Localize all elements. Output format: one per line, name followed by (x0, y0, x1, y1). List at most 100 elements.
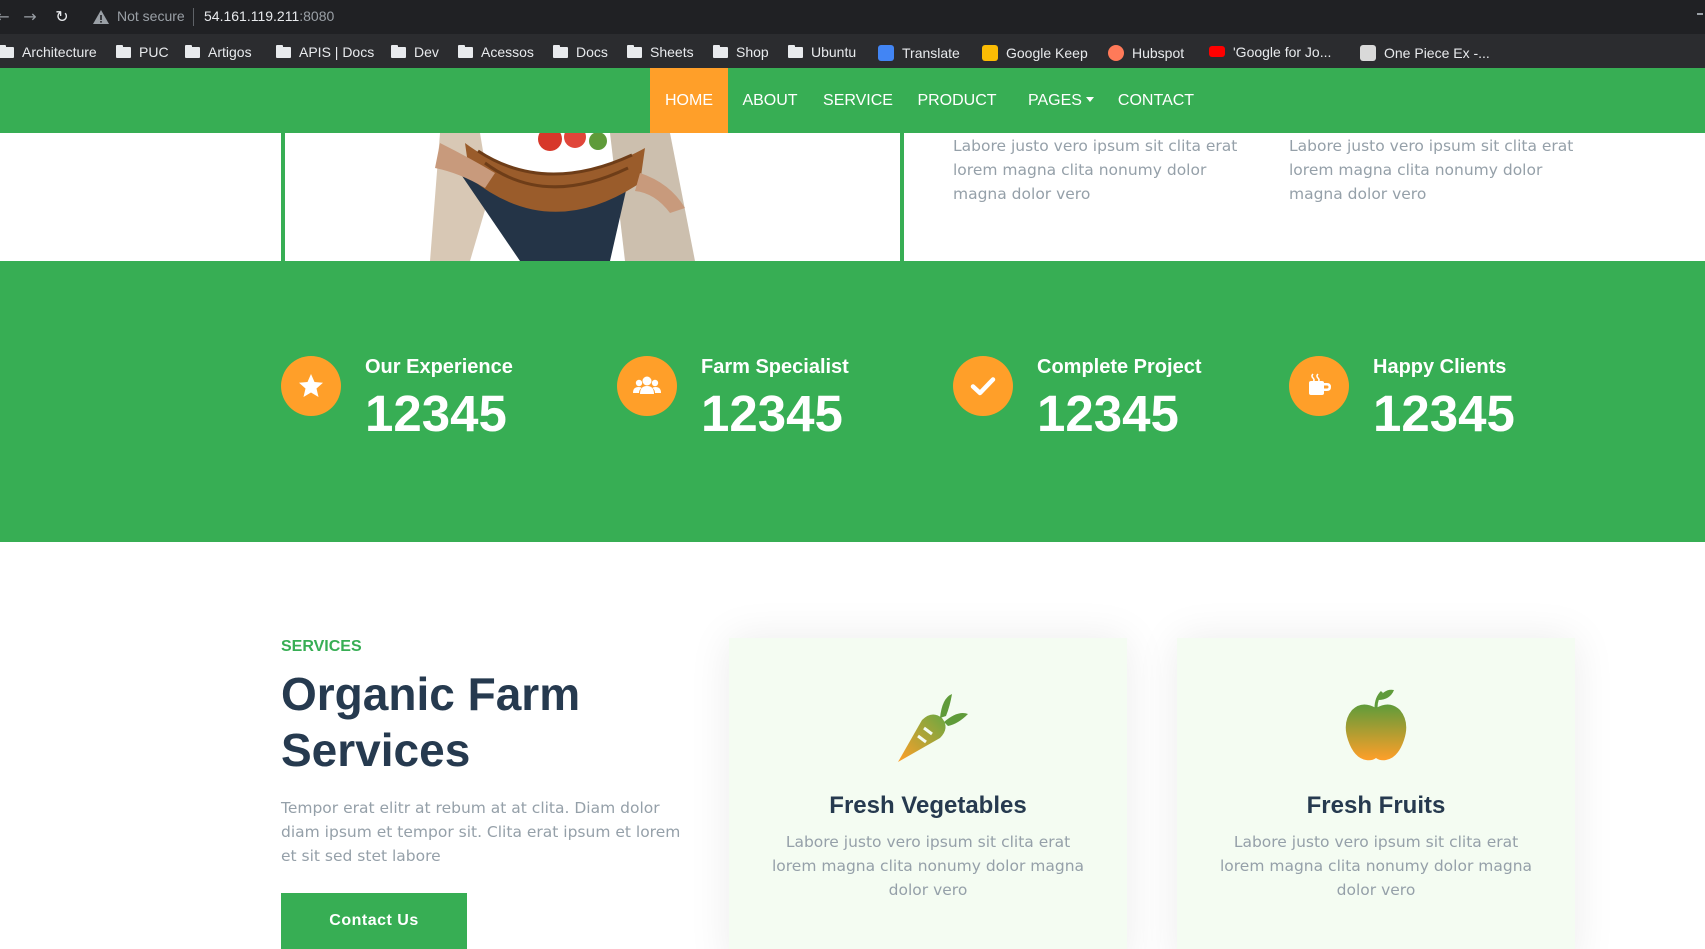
contact-us-button[interactable]: Contact Us (281, 893, 467, 949)
warning-icon[interactable] (92, 8, 110, 26)
bookmark-artigos[interactable]: Artigos (185, 42, 252, 62)
bookmark-sheets[interactable]: Sheets (627, 42, 694, 62)
fact-clients: Happy Clients 12345 (1289, 356, 1589, 456)
google-keep-icon (982, 45, 998, 61)
nav-about[interactable]: ABOUT (728, 68, 812, 133)
caret-down-icon (1085, 97, 1094, 102)
apple-icon (1345, 689, 1407, 761)
bookmark-google-for-jobs[interactable]: 'Google for Jo... (1209, 42, 1331, 62)
nav-service[interactable]: SERVICE (812, 68, 904, 133)
google-translate-icon (878, 45, 894, 61)
youtube-icon (1209, 46, 1225, 57)
hero-text-2: Labore justo vero ipsum sit clita erat l… (1289, 137, 1574, 203)
users-icon (617, 356, 677, 416)
folder-icon (458, 45, 473, 58)
bookmark-label: PUC (139, 44, 169, 60)
folder-icon (0, 45, 14, 58)
bookmark-one-piece[interactable]: One Piece Ex -... (1360, 42, 1490, 62)
bookmark-label: Architecture (22, 44, 97, 60)
fact-label: Farm Specialist (701, 356, 849, 378)
card-text: Labore justo vero ipsum sit clita erat l… (1219, 833, 1533, 899)
section-description: Tempor erat elitr at rebum at at clita. … (281, 799, 681, 865)
bookmark-puc[interactable]: PUC (116, 42, 169, 62)
card-text: Labore justo vero ipsum sit clita erat l… (771, 833, 1085, 899)
star-icon (281, 356, 341, 416)
hero-divider-bar (900, 133, 904, 261)
fact-label: Complete Project (1037, 356, 1202, 378)
check-icon (953, 356, 1013, 416)
reload-icon[interactable]: ↻ (51, 6, 73, 28)
bookmark-label: Google Keep (1006, 45, 1088, 61)
fact-count: 12345 (365, 385, 507, 442)
address-separator (193, 8, 194, 26)
services-section: Services Organic Farm Services Tempor er… (0, 542, 1705, 949)
folder-icon (627, 45, 642, 58)
url-port: :8080 (299, 8, 335, 24)
bookmark-hubspot[interactable]: Hubspot (1108, 42, 1184, 62)
hero-text-1: Labore justo vero ipsum sit clita erat l… (953, 137, 1238, 203)
hubspot-icon (1108, 45, 1124, 61)
fact-count: 12345 (1037, 385, 1179, 442)
bookmark-apis-docs[interactable]: APIS | Docs (276, 42, 374, 62)
bookmark-architecture[interactable]: Architecture (0, 42, 97, 62)
fact-experience: Our Experience 12345 (281, 356, 581, 456)
url-host: 54.161.119.211 (204, 8, 300, 24)
one-piece-icon (1360, 45, 1376, 61)
main-navbar: HOME ABOUT SERVICE PRODUCT PAGES CONTACT (0, 68, 1705, 133)
nav-product[interactable]: PRODUCT (904, 68, 1010, 133)
bookmark-dev[interactable]: Dev (391, 42, 439, 62)
nav-home[interactable]: HOME (650, 68, 728, 133)
bookmark-label: APIS | Docs (299, 44, 375, 60)
service-card-fruits[interactable]: Fresh Fruits Labore justo vero ipsum sit… (1177, 638, 1575, 949)
hero-accent-bar (281, 133, 285, 261)
menu-edge-icon[interactable] (1697, 13, 1703, 15)
folder-icon (713, 45, 728, 58)
folder-icon (276, 45, 291, 58)
bookmark-docs[interactable]: Docs (553, 42, 608, 62)
bookmark-label: Dev (414, 44, 439, 60)
carrot-icon (898, 694, 968, 762)
folder-icon (116, 45, 131, 58)
bookmark-label: Ubuntu (811, 44, 857, 60)
folder-icon (391, 45, 406, 58)
nav-contact[interactable]: CONTACT (1112, 68, 1200, 133)
bookmark-label: Shop (736, 44, 769, 60)
fact-specialist: Farm Specialist 12345 (617, 356, 917, 456)
forward-arrow-icon[interactable]: → (19, 6, 41, 28)
folder-icon (185, 45, 200, 58)
bookmark-label: One Piece Ex -... (1384, 45, 1490, 61)
bookmark-label: Artigos (208, 44, 252, 60)
bookmark-acessos[interactable]: Acessos (458, 42, 534, 62)
section-title: Organic Farm Services (281, 668, 581, 776)
url-field[interactable]: 54.161.119.211:8080 (204, 8, 334, 24)
fact-label: Our Experience (365, 356, 513, 378)
fact-label: Happy Clients (1373, 356, 1507, 378)
farmer-basket-image (430, 133, 695, 261)
back-arrow-icon[interactable]: ← (0, 6, 14, 28)
facts-section: Our Experience 12345 Farm Specialist 123… (0, 261, 1705, 542)
mug-icon (1289, 356, 1349, 416)
bookmark-label: Sheets (650, 44, 694, 60)
bookmark-ubuntu[interactable]: Ubuntu (788, 42, 856, 62)
bookmark-label: Docs (576, 44, 608, 60)
section-eyebrow: Services (281, 638, 362, 655)
fact-count: 12345 (701, 385, 843, 442)
fact-projects: Complete Project 12345 (953, 356, 1253, 456)
nav-pages-dropdown[interactable]: PAGES (1010, 68, 1112, 133)
bookmark-label: 'Google for Jo... (1233, 44, 1332, 60)
security-status[interactable]: Not secure (117, 8, 185, 24)
bookmark-translate[interactable]: Translate (878, 42, 960, 62)
bookmarks-bar: Architecture PUC Artigos APIS | Docs Dev… (0, 34, 1705, 68)
card-title: Fresh Fruits (1306, 792, 1446, 819)
folder-icon (553, 45, 568, 58)
bookmark-label: Acessos (481, 44, 534, 60)
bookmark-shop[interactable]: Shop (713, 42, 769, 62)
card-title: Fresh Vegetables (829, 792, 1027, 819)
fact-count: 12345 (1373, 385, 1515, 442)
browser-address-bar: ← → ↻ Not secure 54.161.119.211:8080 (0, 0, 1705, 34)
folder-icon (788, 45, 803, 58)
service-card-vegetables[interactable]: Fresh Vegetables Labore justo vero ipsum… (729, 638, 1127, 949)
bookmark-google-keep[interactable]: Google Keep (982, 42, 1088, 62)
hero-section: Labore justo vero ipsum sit clita erat l… (0, 133, 1705, 261)
nav-pages-label: PAGES (1028, 92, 1082, 109)
